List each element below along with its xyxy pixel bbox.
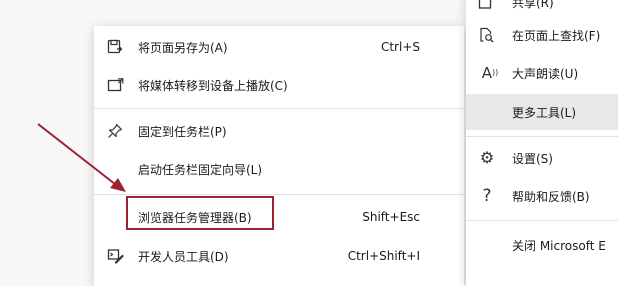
annotation-arrow [37,123,126,192]
